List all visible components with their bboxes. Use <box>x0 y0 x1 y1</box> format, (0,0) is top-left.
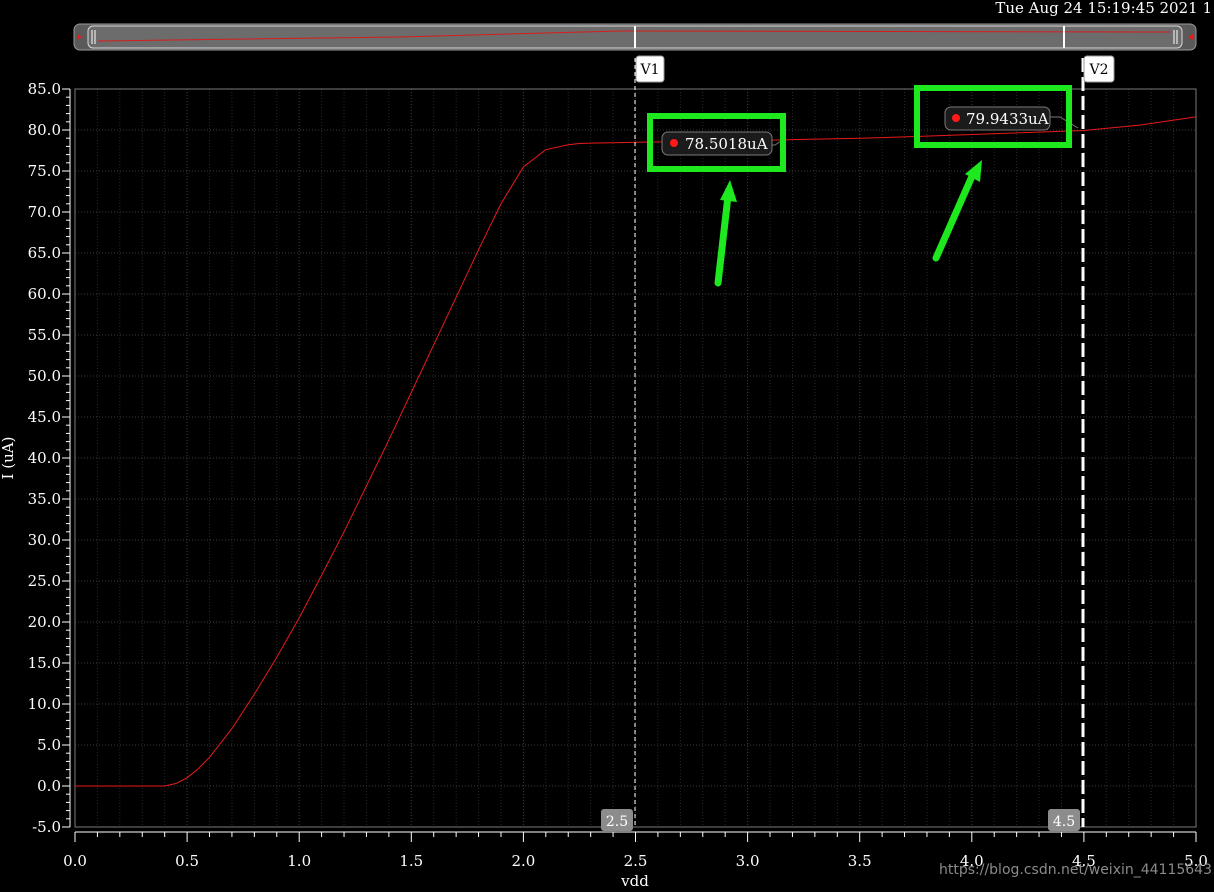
point-label-v2-text: 79.9433uA <box>966 110 1049 128</box>
y-tick-label: 15.0 <box>28 654 61 672</box>
point-label-v2[interactable]: 79.9433uA <box>944 106 1079 131</box>
y-tick-label: 40.0 <box>28 449 61 467</box>
timestamp-header: Tue Aug 24 15:19:45 2021 1 <box>995 0 1212 17</box>
x-tick-label: 1.0 <box>287 852 311 870</box>
x-tick-label: 2.0 <box>511 852 535 870</box>
watermark: https://blog.csdn.net/weixin_44115643 <box>939 862 1212 878</box>
x-tick-label: 0.5 <box>175 852 199 870</box>
y-tick-label: 35.0 <box>28 490 61 508</box>
y-tick-label: 30.0 <box>28 531 61 549</box>
y-tick-label: 60.0 <box>28 285 61 303</box>
marker-v1[interactable]: V1 2.5 <box>601 55 665 831</box>
plot-window: Tue Aug 24 15:19:45 2021 1 0.0 0.5 1.0 1.5 2… <box>0 0 1214 890</box>
y-tick-label: 50.0 <box>28 367 61 385</box>
y-tick-label: 75.0 <box>28 162 61 180</box>
y-tick-label: 5.0 <box>37 736 61 754</box>
y-tick-label: 10.0 <box>28 695 61 713</box>
y-tick-label: 0.0 <box>37 777 61 795</box>
v2-tag-label: V2 <box>1088 62 1108 78</box>
point-label-v2-leader <box>1049 116 1079 129</box>
point-label-v1[interactable]: 78.5018uA <box>661 131 782 156</box>
y-tick-label: -5.0 <box>32 818 61 836</box>
y-tick-label: 55.0 <box>28 326 61 344</box>
x-tick-label: 1.5 <box>399 852 423 870</box>
y-tick-label: 45.0 <box>28 408 61 426</box>
x-tick-label: 3.0 <box>736 852 760 870</box>
x-axis-label: vdd <box>620 872 649 887</box>
y-tick-label: 65.0 <box>28 244 61 262</box>
point-label-v1-text: 78.5018uA <box>685 135 768 153</box>
point-label-v1-dot-icon <box>670 139 678 147</box>
x-tick-label: 2.5 <box>624 852 648 870</box>
y-tick-label: 85.0 <box>28 80 61 98</box>
v1-tag-label: V1 <box>639 62 659 78</box>
x-tick-label: 3.5 <box>848 852 872 870</box>
v1-readout: 2.5 <box>606 814 628 830</box>
arrow-1-icon <box>714 180 737 287</box>
x-tick-label: 0.0 <box>63 852 87 870</box>
y-tick-label: 25.0 <box>28 572 61 590</box>
overview-scrollbar[interactable] <box>73 23 1197 51</box>
y-tick-label: 20.0 <box>28 613 61 631</box>
y-axis-label: I (uA) <box>0 437 17 480</box>
arrow-2-icon <box>932 160 982 262</box>
y-tick-label: 80.0 <box>28 121 61 139</box>
v2-readout: 4.5 <box>1053 814 1075 830</box>
point-label-v2-dot-icon <box>952 114 960 122</box>
marker-v2[interactable]: V2 4.5 <box>1048 55 1115 831</box>
chart-svg: Tue Aug 24 15:19:45 2021 1 0.0 0.5 1.0 1.5 2… <box>0 0 1212 890</box>
axes: 0.0 0.5 1.0 1.5 2.0 2.5 3.0 3.5 4.0 4.5 5.085.080.… <box>28 80 1208 870</box>
y-tick-label: 70.0 <box>28 203 61 221</box>
